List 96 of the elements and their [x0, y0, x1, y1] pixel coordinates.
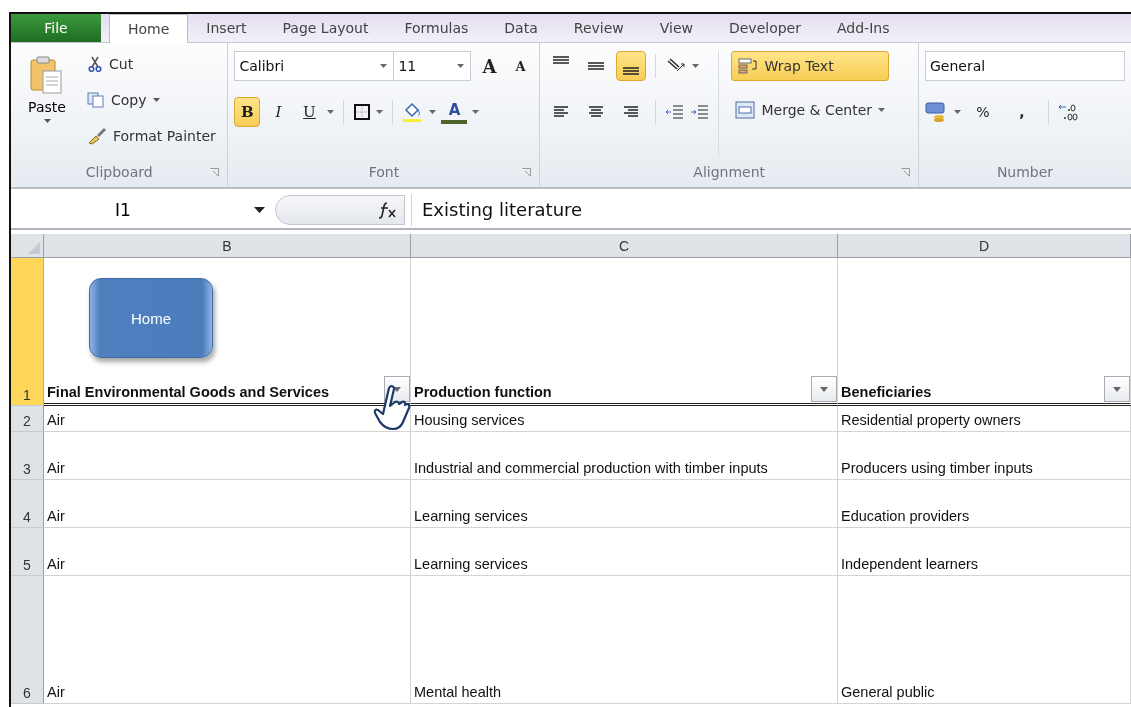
home-shape-button[interactable]: Home	[89, 278, 213, 358]
caret-icon	[457, 64, 465, 68]
ribbon-tab[interactable]: Formulas	[386, 14, 487, 42]
wrap-text-button[interactable]: Wrap Text	[731, 51, 890, 81]
table-cell: Education providers	[841, 508, 970, 524]
row-header[interactable]: 4	[11, 480, 44, 528]
merge-cells-icon	[735, 101, 756, 119]
ribbon-tab[interactable]: Page Layout	[264, 14, 387, 42]
group-label: Clipboard	[85, 164, 153, 180]
underline-button[interactable]: U	[296, 97, 323, 127]
row-header[interactable]: 2	[11, 406, 44, 432]
table-cell: Housing services	[414, 412, 525, 428]
header-cell-text: Final Environmental Goods and Services	[47, 384, 330, 402]
comma-style-button[interactable]: ,	[1005, 97, 1039, 127]
column-header[interactable]: B	[44, 234, 411, 258]
caret-icon	[878, 108, 886, 112]
bold-button[interactable]: B	[234, 97, 261, 127]
insert-function-icon[interactable]	[378, 201, 398, 219]
align-lines-icon	[588, 62, 605, 70]
caret-icon	[327, 110, 335, 114]
borders-icon[interactable]	[353, 103, 372, 121]
column-header[interactable]: D	[838, 234, 1131, 258]
name-box[interactable]: I1	[11, 194, 269, 226]
table-cell: Air	[47, 460, 65, 476]
column-header[interactable]: C	[411, 234, 838, 258]
header-cell-text: Production function	[414, 384, 552, 402]
format-painter-button[interactable]: Format Painter	[83, 123, 220, 149]
caret-icon	[380, 64, 388, 68]
caret-icon	[954, 110, 961, 114]
row-header[interactable]: 6	[11, 576, 44, 704]
table-cell: Mental health	[414, 684, 502, 700]
table-cell: Air	[47, 684, 65, 700]
wrap-text-icon	[738, 58, 759, 74]
table-cell: Independent learners	[841, 556, 979, 572]
increase-indent-icon[interactable]	[690, 104, 711, 120]
table-cell: Air	[47, 556, 65, 572]
caret-icon	[472, 110, 480, 114]
caret-icon	[820, 386, 828, 392]
italic-button[interactable]: I	[265, 97, 292, 127]
table-cell: Producers using timber inputs	[841, 460, 1033, 476]
align-lines-icon	[553, 56, 570, 64]
caret-icon	[376, 110, 384, 114]
ribbon-tab[interactable]: Add-Ins	[819, 14, 908, 42]
ribbon-tab[interactable]: Home	[109, 14, 189, 43]
ribbon-tab[interactable]: Data	[486, 14, 556, 42]
font-size-dropdown[interactable]: 11	[393, 51, 472, 81]
ribbon-tab[interactable]: Insert	[188, 14, 265, 42]
copy-button[interactable]: Copy	[83, 87, 220, 113]
grow-font-button[interactable]: A	[476, 51, 503, 81]
align-lines-icon	[587, 104, 606, 120]
row-header[interactable]: 3	[11, 432, 44, 480]
shrink-font-button[interactable]: A	[507, 51, 534, 81]
table-cell: Learning services	[414, 556, 528, 572]
table-cell: Air	[47, 412, 65, 428]
ribbon-tab[interactable]: Developer	[710, 14, 819, 42]
table-cell: Industrial and commercial production with timber inputs	[414, 460, 768, 476]
caret-icon	[692, 64, 700, 68]
font-color-button[interactable]: A	[441, 100, 468, 124]
font-name-dropdown[interactable]: Calibri	[234, 51, 395, 81]
align-lines-icon	[552, 104, 571, 120]
header-cell-text: Beneficiaries	[841, 384, 932, 402]
group-label: Font	[368, 164, 400, 180]
table-cell: Residential property owners	[841, 412, 1021, 428]
table-cell: Air	[47, 508, 65, 524]
ribbon-tab[interactable]: File	[11, 14, 101, 42]
align-bottom-button[interactable]	[616, 51, 647, 81]
align-lines-icon	[622, 104, 641, 120]
ribbon-tab[interactable]: Review	[555, 14, 642, 42]
align-lines-icon	[623, 67, 640, 75]
group-label: Number	[996, 164, 1054, 180]
caret-icon	[254, 207, 265, 213]
row-header[interactable]: 5	[11, 528, 44, 576]
formula-input[interactable]: Existing literature	[411, 194, 1131, 226]
caret-icon	[152, 98, 160, 102]
row-header[interactable]: 1	[11, 258, 44, 406]
decrease-indent-icon[interactable]	[665, 104, 686, 120]
table-cell: Learning services	[414, 508, 528, 524]
merge-center-button[interactable]: Merge & Center	[731, 97, 890, 123]
caret-icon	[429, 110, 437, 114]
increase-decimal-icon[interactable]	[1058, 103, 1078, 121]
copy-icon	[87, 92, 105, 108]
corner-triangle-icon	[28, 242, 40, 254]
percent-style-button[interactable]: %	[966, 97, 1000, 127]
paintbrush-icon	[87, 127, 107, 145]
group-label: Alignment	[693, 164, 766, 180]
filter-dropdown-button[interactable]	[1104, 376, 1130, 402]
number-format-dropdown[interactable]: General	[925, 51, 1125, 81]
paste-button[interactable]: Paste	[17, 51, 77, 157]
caret-icon	[43, 119, 51, 123]
ribbon-tab[interactable]: View	[641, 14, 711, 42]
filter-dropdown-button[interactable]	[811, 376, 837, 402]
caret-icon	[1113, 386, 1121, 392]
cut-button[interactable]: Cut	[83, 51, 220, 77]
scissors-icon	[87, 56, 103, 72]
clipboard-icon	[29, 55, 65, 95]
table-cell: General public	[841, 684, 935, 700]
